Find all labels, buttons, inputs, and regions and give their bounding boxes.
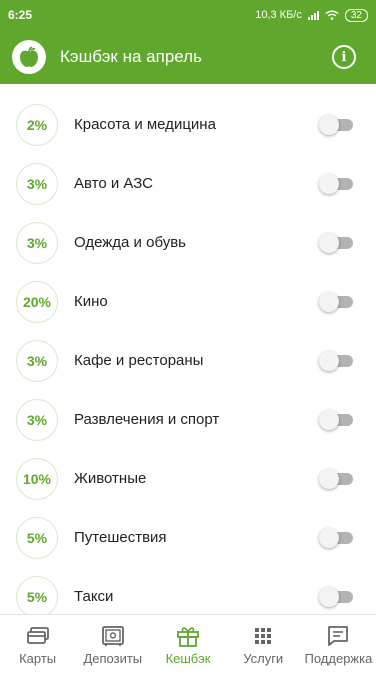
category-row[interactable]: 5% Путешествия <box>0 508 376 567</box>
signal-icon <box>307 10 319 20</box>
cashback-percent-badge: 3% <box>16 339 58 382</box>
toggle-thumb <box>319 527 339 548</box>
cashback-percent-badge: 3% <box>16 221 58 264</box>
toggle-thumb <box>319 114 339 135</box>
grid-icon <box>251 625 275 647</box>
category-label: Развлечения и спорт <box>74 411 220 428</box>
category-toggle[interactable] <box>319 114 353 135</box>
toggle-thumb <box>319 291 339 312</box>
nav-item-label: Карты <box>19 651 57 666</box>
toggle-thumb <box>319 232 339 253</box>
category-label: Кафе и рестораны <box>74 352 204 369</box>
category-row[interactable]: 20% Кино <box>0 272 376 331</box>
category-toggle[interactable] <box>319 586 353 607</box>
category-toggle[interactable] <box>319 409 353 430</box>
gift-icon <box>176 625 200 647</box>
category-row[interactable]: 3% Кафе и рестораны <box>0 331 376 390</box>
category-row[interactable]: 3% Развлечения и спорт <box>0 390 376 449</box>
nav-item-label: Кешбэк <box>165 651 211 666</box>
category-row[interactable]: 10% Животные <box>0 449 376 508</box>
cashback-category-list: 2% Красота и медицина 3% Авто и АЗС 3% Одежда… <box>0 95 376 626</box>
apple-icon <box>12 40 46 74</box>
battery-indicator: 32 <box>344 8 368 22</box>
bottom-nav: Карты Депозиты Кешбэк Услуги Поддержка <box>0 614 376 676</box>
cashback-percent-badge: 20% <box>16 280 58 323</box>
network-speed: 10,3 КБ/с <box>255 9 302 21</box>
toggle-thumb <box>319 468 339 489</box>
category-toggle[interactable] <box>319 350 353 371</box>
cashback-percent-badge: 5% <box>16 516 58 559</box>
status-indicators: 10,3 КБ/с 32 <box>255 8 368 22</box>
toggle-thumb <box>319 586 339 607</box>
nav-item-safe[interactable]: Депозиты <box>75 615 150 676</box>
category-label: Одежда и обувь <box>74 234 186 251</box>
nav-item-chat[interactable]: Поддержка <box>301 615 376 676</box>
page-title: Кэшбэк на апрель <box>60 47 202 66</box>
status-bar: 6:25 10,3 КБ/с 32 <box>0 0 376 30</box>
nav-item-label: Депозиты <box>83 651 143 666</box>
nav-item-gift[interactable]: Кешбэк <box>150 615 225 676</box>
cashback-percent-badge: 5% <box>16 575 58 618</box>
app-bar: Кэшбэк на апрель i <box>0 30 376 84</box>
category-toggle[interactable] <box>319 468 353 489</box>
category-toggle[interactable] <box>319 173 353 194</box>
category-toggle[interactable] <box>319 232 353 253</box>
nav-item-cards[interactable]: Карты <box>0 615 75 676</box>
category-label: Путешествия <box>74 529 167 546</box>
info-icon[interactable]: i <box>332 45 356 69</box>
category-label: Кино <box>74 293 108 310</box>
category-label: Авто и АЗС <box>74 175 153 192</box>
toggle-thumb <box>319 350 339 371</box>
nav-item-label: Поддержка <box>304 651 373 666</box>
cashback-percent-badge: 3% <box>16 398 58 441</box>
wifi-icon <box>325 10 339 20</box>
status-time: 6:25 <box>8 8 33 22</box>
cashback-percent-badge: 2% <box>16 103 58 146</box>
nav-item-label: Услуги <box>243 651 284 666</box>
safe-icon <box>101 625 125 647</box>
cashback-percent-badge: 10% <box>16 457 58 500</box>
toggle-thumb <box>319 409 339 430</box>
category-row[interactable]: 3% Авто и АЗС <box>0 154 376 213</box>
category-label: Животные <box>74 470 147 487</box>
nav-item-grid[interactable]: Услуги <box>226 615 301 676</box>
category-label: Такси <box>74 588 114 605</box>
chat-icon <box>326 625 350 647</box>
cashback-percent-badge: 3% <box>16 162 58 205</box>
cards-icon <box>26 625 50 647</box>
category-row[interactable]: 2% Красота и медицина <box>0 95 376 154</box>
toggle-thumb <box>319 173 339 194</box>
category-toggle[interactable] <box>319 291 353 312</box>
category-label: Красота и медицина <box>74 116 216 133</box>
category-row[interactable]: 3% Одежда и обувь <box>0 213 376 272</box>
category-toggle[interactable] <box>319 527 353 548</box>
